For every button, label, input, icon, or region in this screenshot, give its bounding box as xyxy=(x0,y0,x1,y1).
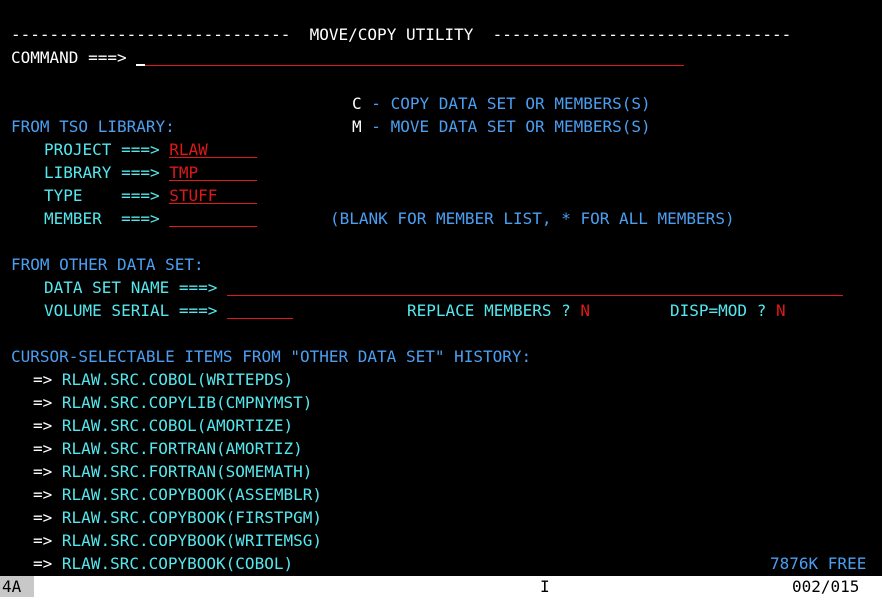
history-item[interactable]: => RLAW.SRC.COPYBOOK(ASSEMBLR) xyxy=(33,483,322,506)
dsn-row: DATA SET NAME ===> xyxy=(44,276,844,299)
library-label: LIBRARY ===> xyxy=(44,163,160,182)
disp-label: DISP=MOD ? xyxy=(670,301,767,320)
history-heading: CURSOR-SELECTABLE ITEMS FROM "OTHER DATA… xyxy=(11,347,532,366)
library-field[interactable]: TMP xyxy=(169,161,258,182)
type-row: TYPE ===> STUFF xyxy=(44,184,258,207)
member-hint: (BLANK FOR MEMBER LIST, * FOR ALL MEMBER… xyxy=(330,209,735,228)
option-copy-desc: COPY DATA SET OR MEMBERS(S) xyxy=(390,94,651,113)
option-copy: C - COPY DATA SET OR MEMBERS(S) xyxy=(352,94,651,113)
status-bar: 4A I 002/015 xyxy=(0,576,882,597)
header-line: ----------------------------- MOVE/COPY … xyxy=(11,23,791,46)
volser-row: VOLUME SERIAL ===> xyxy=(44,299,294,322)
type-label: TYPE ===> xyxy=(44,186,160,205)
tso-library-heading: FROM TSO LIBRARY: xyxy=(11,117,175,136)
option-move-key: M xyxy=(352,117,362,136)
header-dashes-right: ------------------------------- xyxy=(492,25,792,44)
command-label: COMMAND ===> xyxy=(11,48,127,67)
member-row: MEMBER ===> xyxy=(44,207,258,230)
volser-label: VOLUME SERIAL ===> xyxy=(44,301,218,320)
disp-field[interactable]: N xyxy=(776,301,786,320)
option-move: M - MOVE DATA SET OR MEMBERS(S) xyxy=(352,117,651,136)
cursor-position: 002/015 xyxy=(792,577,860,596)
command-input[interactable] xyxy=(136,46,685,66)
history-item[interactable]: => RLAW.SRC.COPYLIB(CMPNYMST) xyxy=(33,391,312,414)
option-move-desc: MOVE DATA SET OR MEMBERS(S) xyxy=(390,117,651,136)
free-space-indicator: 7876K FREE xyxy=(770,554,867,573)
project-field[interactable]: RLAW xyxy=(169,138,258,159)
history-item[interactable]: => RLAW.SRC.COPYBOOK(WRITEMSG) xyxy=(33,529,322,552)
type-field[interactable]: STUFF xyxy=(169,184,258,205)
text-cursor xyxy=(136,64,146,66)
session-indicator: 4A xyxy=(0,576,34,597)
library-row: LIBRARY ===> TMP xyxy=(44,161,258,184)
dsn-label: DATA SET NAME ===> xyxy=(44,278,218,297)
header-dashes-left: ----------------------------- xyxy=(11,25,291,44)
history-item[interactable]: => RLAW.SRC.FORTRAN(SOMEMATH) xyxy=(33,460,312,483)
option-copy-key: C xyxy=(352,94,362,113)
command-line: COMMAND ===> xyxy=(11,46,685,69)
member-field[interactable] xyxy=(169,207,258,227)
replace-label: REPLACE MEMBERS ? xyxy=(407,301,571,320)
disp-row: DISP=MOD ? N xyxy=(670,299,786,322)
replace-field[interactable]: N xyxy=(580,301,590,320)
project-label: PROJECT ===> xyxy=(44,140,160,159)
insert-mode-indicator: I xyxy=(540,577,550,596)
history-item[interactable]: => RLAW.SRC.COBOL(WRITEPDS) xyxy=(33,368,293,391)
dsn-field[interactable] xyxy=(227,276,844,296)
history-item[interactable]: => RLAW.SRC.FORTRAN(AMORTIZ) xyxy=(33,437,303,460)
member-label: MEMBER ===> xyxy=(44,209,160,228)
history-item[interactable]: => RLAW.SRC.COBOL(AMORTIZE) xyxy=(33,414,293,437)
history-item[interactable]: => RLAW.SRC.COPYBOOK(FIRSTPGM) xyxy=(33,506,322,529)
page-title: MOVE/COPY UTILITY xyxy=(309,25,474,44)
history-item[interactable]: => RLAW.SRC.COPYBOOK(COBOL) xyxy=(33,552,293,575)
replace-row: REPLACE MEMBERS ? N xyxy=(407,299,590,322)
volser-field[interactable] xyxy=(227,299,294,319)
project-row: PROJECT ===> RLAW xyxy=(44,138,258,161)
other-data-set-heading: FROM OTHER DATA SET: xyxy=(11,255,204,274)
